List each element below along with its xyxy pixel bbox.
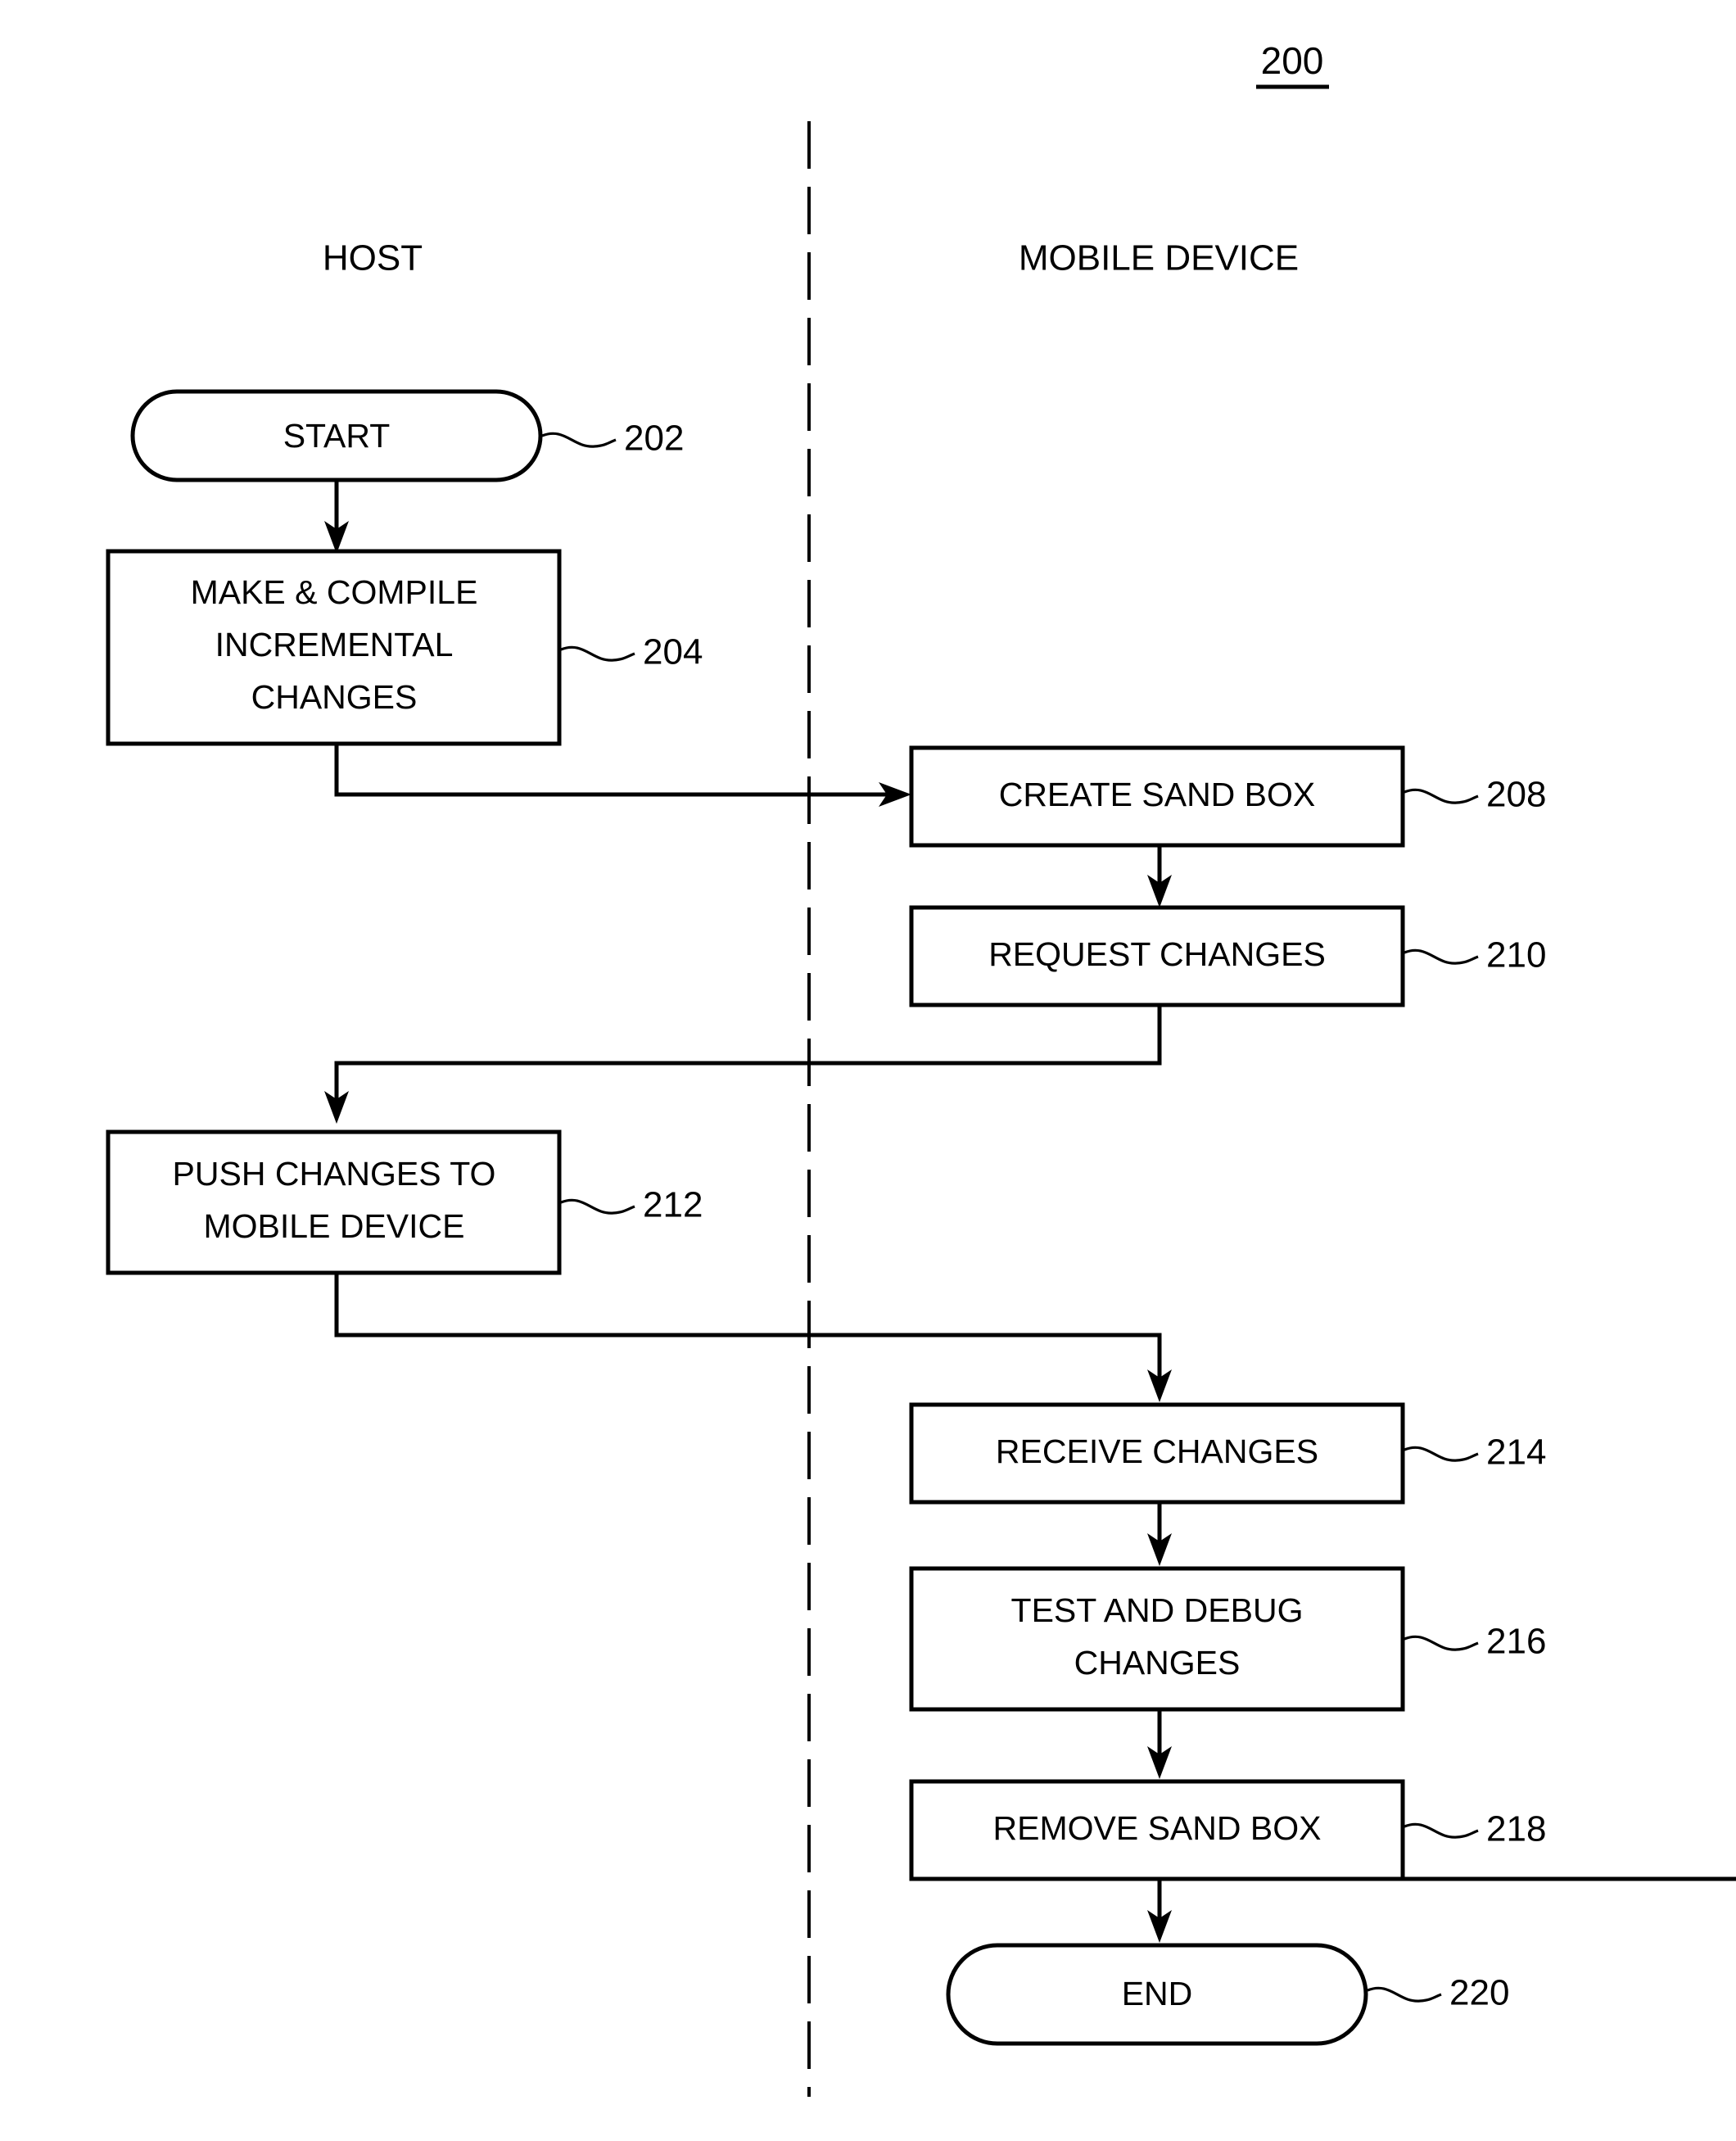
edge-start-to-make-compile — [324, 480, 349, 554]
node-make-compile-label-line1: MAKE & COMPILE — [191, 573, 478, 611]
node-create-sandbox-label: CREATE SAND BOX — [999, 776, 1316, 813]
node-receive-changes: RECEIVE CHANGES — [909, 1402, 1405, 1505]
leader-line-218 — [1404, 1822, 1479, 1839]
edge-make-compile-to-create-sandbox — [334, 744, 911, 807]
leader-line-212 — [560, 1198, 635, 1215]
leader-208: 208 — [1404, 775, 1546, 815]
ref-number-210: 210 — [1486, 935, 1546, 975]
edge-test-debug-to-remove-sandbox — [1147, 1709, 1172, 1779]
leader-line-202 — [541, 432, 617, 448]
leader-line-220 — [1367, 1986, 1442, 2003]
leader-212: 212 — [560, 1185, 703, 1225]
ref-number-216: 216 — [1486, 1622, 1546, 1662]
node-test-debug-shape — [909, 1566, 1405, 1712]
node-push-changes: PUSH CHANGES TO MOBILE DEVICE — [106, 1129, 562, 1275]
edge-request-changes-to-push-changes — [324, 1005, 1162, 1124]
leader-202: 202 — [541, 419, 684, 459]
node-make-compile-label-line2: INCREMENTAL — [215, 626, 454, 663]
node-push-changes-shape — [106, 1129, 562, 1275]
node-push-changes-label-line1: PUSH CHANGES TO — [173, 1155, 496, 1193]
node-push-changes-label-line2: MOBILE DEVICE — [204, 1207, 465, 1245]
leader-216: 216 — [1404, 1622, 1546, 1662]
node-end: END — [946, 1943, 1368, 2046]
ref-number-214: 214 — [1486, 1433, 1546, 1473]
leader-218: 218 — [1404, 1809, 1546, 1849]
lane-label-mobile-device: MOBILE DEVICE — [1019, 238, 1299, 278]
node-make-compile: MAKE & COMPILE INCREMENTAL CHANGES — [106, 549, 562, 746]
ref-number-220: 220 — [1449, 1973, 1509, 2013]
node-receive-changes-label: RECEIVE CHANGES — [996, 1433, 1318, 1470]
node-test-debug: TEST AND DEBUG CHANGES — [909, 1566, 1405, 1712]
figure-number-text: 200 — [1261, 39, 1324, 82]
edge-line — [334, 1273, 1162, 1384]
node-create-sandbox: CREATE SAND BOX — [909, 745, 1405, 848]
edge-receive-changes-to-test-debug — [1147, 1502, 1172, 1566]
node-remove-sandbox: REMOVE SAND BOX — [909, 1779, 1405, 1881]
leader-214: 214 — [1404, 1433, 1546, 1473]
ref-number-202: 202 — [624, 419, 684, 459]
node-test-debug-label-line2: CHANGES — [1074, 1644, 1241, 1682]
edge-line — [334, 1005, 1162, 1106]
node-test-debug-label-line1: TEST AND DEBUG — [1011, 1591, 1304, 1629]
lane-label-host: HOST — [323, 238, 423, 278]
leader-line-216 — [1404, 1635, 1479, 1651]
node-start: START — [130, 389, 543, 482]
figure-number: 200 — [1256, 39, 1329, 89]
patent-figure: 200 HOST MOBILE DEVICE START 202 MAKE & … — [0, 0, 1736, 2141]
leader-line-210 — [1404, 948, 1479, 965]
node-start-label: START — [283, 417, 391, 455]
node-end-label: END — [1122, 1975, 1193, 2012]
ref-number-204: 204 — [643, 632, 703, 672]
leader-210: 210 — [1404, 935, 1546, 975]
node-request-changes-label: REQUEST CHANGES — [988, 935, 1326, 973]
edge-push-changes-to-receive-changes — [334, 1273, 1172, 1402]
leader-line-204 — [560, 645, 635, 662]
ref-number-208: 208 — [1486, 775, 1546, 815]
edge-create-sandbox-to-request-changes — [1147, 845, 1172, 908]
leader-220: 220 — [1367, 1973, 1509, 2013]
leader-204: 204 — [560, 632, 703, 672]
node-remove-sandbox-label: REMOVE SAND BOX — [993, 1809, 1322, 1847]
ref-number-212: 212 — [643, 1185, 703, 1225]
leader-line-208 — [1404, 788, 1479, 804]
edge-remove-sandbox-to-end — [1147, 1876, 1736, 1943]
ref-number-218: 218 — [1486, 1809, 1546, 1849]
flowchart-diagram: 200 HOST MOBILE DEVICE START 202 MAKE & … — [106, 39, 1736, 2097]
node-make-compile-label-line3: CHANGES — [251, 678, 418, 716]
leader-line-214 — [1404, 1446, 1479, 1462]
node-request-changes: REQUEST CHANGES — [909, 905, 1405, 1007]
